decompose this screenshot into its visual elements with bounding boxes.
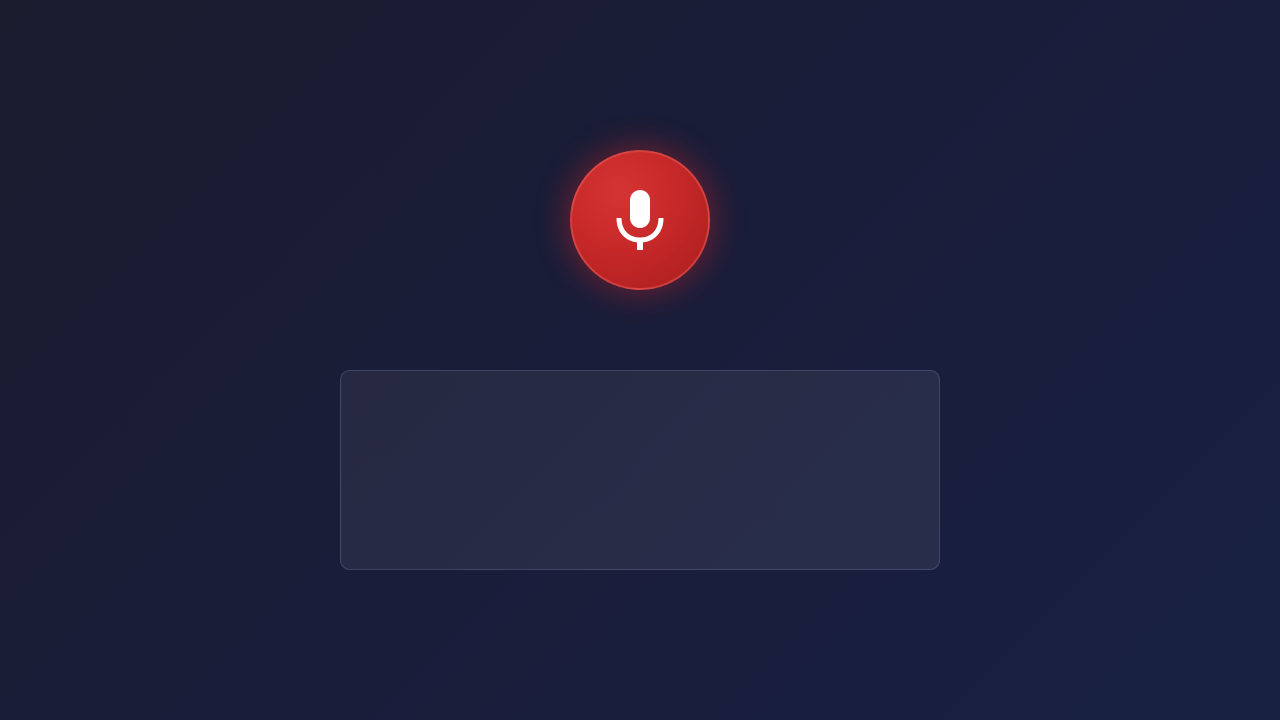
transcript-panel <box>340 370 940 570</box>
microphone-icon <box>616 190 664 250</box>
mic-button[interactable] <box>570 150 710 290</box>
